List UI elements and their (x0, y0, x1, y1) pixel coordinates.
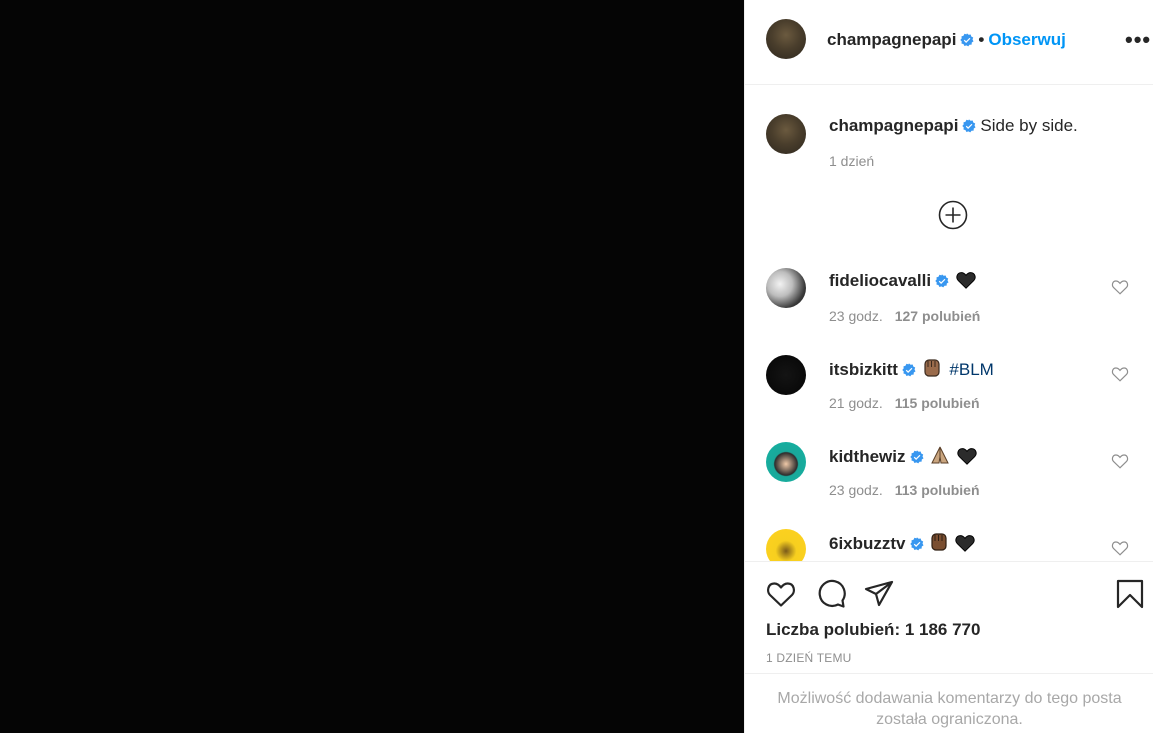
comment-avatar[interactable] (766, 442, 806, 482)
likes-count[interactable]: Liczba polubień: 1 186 770 (766, 620, 980, 640)
like-heart-icon[interactable] (765, 578, 797, 610)
folded-hands-icon (931, 446, 950, 464)
author-username[interactable]: champagnepapi (827, 30, 956, 49)
caption-author-avatar[interactable] (766, 114, 806, 154)
black-heart-icon (956, 272, 976, 289)
author-info: champagnepapi • Obserwuj (827, 30, 1066, 50)
comments-list[interactable]: fideliocavalli 23 godz. 127 polubień itsb… (745, 268, 1153, 561)
comments-restricted-notice: Możliwość dodawania komentarzy do tego p… (745, 673, 1153, 733)
comment-time: 23 godz. (829, 482, 883, 498)
comment-likes[interactable]: 113 polubień (895, 482, 980, 498)
restricted-line-1: Możliwość dodawania komentarzy do tego p… (777, 690, 1122, 707)
like-comment-heart-icon[interactable] (1111, 365, 1129, 383)
caption-text: Side by side. (980, 116, 1078, 135)
caption-username[interactable]: champagnepapi (829, 116, 958, 135)
comment-time: 23 godz. (829, 308, 883, 324)
comment-time: 21 godz. (829, 395, 883, 411)
comment-username[interactable]: fideliocavalli (829, 271, 931, 290)
raised-fist-icon (931, 533, 947, 551)
comment-likes[interactable]: 127 polubień (895, 308, 981, 324)
comment-body: kidthewiz (829, 445, 977, 467)
post-header: champagnepapi • Obserwuj ••• (745, 0, 1153, 85)
black-heart-icon (955, 535, 975, 552)
verified-badge-icon (960, 33, 974, 47)
load-more-comments-icon[interactable] (938, 200, 968, 230)
comment-item: 6ixbuzztv (745, 529, 1153, 561)
verified-badge-icon (909, 450, 924, 464)
more-options-icon[interactable]: ••• (1125, 29, 1151, 51)
like-comment-heart-icon[interactable] (1111, 539, 1129, 557)
comment-username[interactable]: kidthewiz (829, 447, 906, 466)
post-timestamp[interactable]: 1 DZIEŃ TEMU (766, 651, 852, 665)
comment-body: itsbizkitt #BLM (829, 358, 994, 380)
comment-username[interactable]: itsbizkitt (829, 360, 898, 379)
post-media[interactable] (0, 0, 744, 733)
black-heart-icon (957, 448, 977, 465)
comment-item: fideliocavalli 23 godz. 127 polubień (745, 268, 1153, 348)
comment-avatar[interactable] (766, 355, 806, 395)
verified-badge-icon (909, 537, 924, 551)
comment-item: itsbizkitt #BLM 21 godz. 115 polubień (745, 355, 1153, 435)
verified-badge-icon (902, 363, 916, 377)
share-paper-plane-icon[interactable] (863, 578, 895, 610)
separator-dot: • (978, 30, 985, 49)
verified-badge-icon (962, 119, 976, 133)
caption-time: 1 dzień (829, 153, 875, 169)
comment-bubble-icon[interactable] (815, 578, 847, 610)
comment-text[interactable]: #BLM (949, 360, 993, 379)
comment-avatar[interactable] (766, 529, 806, 561)
comment-username[interactable]: 6ixbuzztv (829, 534, 906, 553)
like-comment-heart-icon[interactable] (1111, 278, 1129, 296)
comment-meta: 23 godz. 127 polubień (829, 308, 980, 324)
comment-body: fideliocavalli (829, 271, 976, 291)
verified-badge-icon (935, 274, 949, 288)
comment-body: 6ixbuzztv (829, 532, 975, 554)
like-comment-heart-icon[interactable] (1111, 452, 1129, 470)
post-actions: Liczba polubień: 1 186 770 1 DZIEŃ TEMU (745, 561, 1153, 673)
follow-button[interactable]: Obserwuj (988, 30, 1065, 49)
raised-fist-icon (924, 359, 940, 377)
author-avatar[interactable] (766, 19, 806, 59)
comment-meta: 21 godz. 115 polubień (829, 395, 980, 411)
comment-item: kidthewiz 23 godz. 113 polubień (745, 442, 1153, 522)
comment-likes[interactable]: 115 polubień (895, 395, 980, 411)
comment-meta: 23 godz. 113 polubień (829, 482, 980, 498)
comment-avatar[interactable] (766, 268, 806, 308)
restricted-line-2: została ograniczona. (876, 711, 1023, 728)
post-side-panel: champagnepapi • Obserwuj ••• champagnepapi… (744, 0, 1153, 733)
caption: champagnepapi Side by side. (829, 116, 1078, 136)
save-bookmark-icon[interactable] (1114, 578, 1146, 610)
